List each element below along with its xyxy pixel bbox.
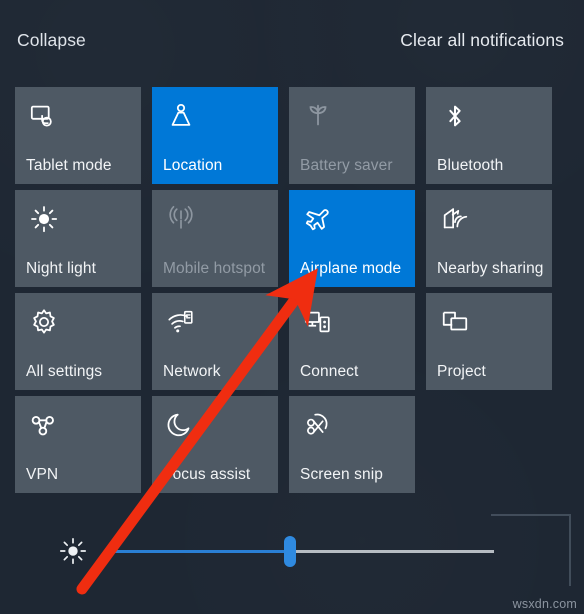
collapse-button[interactable]: Collapse [17,30,86,51]
tile-label: Network [163,363,221,380]
gear-icon [29,307,59,337]
brightness-slider-row [0,520,584,582]
slider-fill [109,549,290,553]
night-light-icon [29,204,59,234]
quick-action-tile-battery-saver[interactable]: Battery saver [289,87,415,184]
tile-label: Tablet mode [26,157,112,174]
focus-assist-icon [166,410,196,440]
brightness-sun-icon [58,536,88,566]
quick-action-tile-screen-snip[interactable]: Screen snip [289,396,415,493]
vpn-icon [29,410,59,440]
tile-label: Bluetooth [437,157,504,174]
tile-label: VPN [26,466,59,483]
tile-label: Battery saver [300,157,393,174]
quick-action-tile-mobile-hotspot[interactable]: Mobile hotspot [152,190,278,287]
mobile-hotspot-icon [166,204,196,234]
screen-snip-icon [303,410,333,440]
quick-action-tile-project[interactable]: Project [426,293,552,390]
network-wifi-icon [166,307,196,337]
quick-action-tile-tablet-mode[interactable]: Tablet mode [15,87,141,184]
quick-action-tile-bluetooth[interactable]: Bluetooth [426,87,552,184]
tile-label: Connect [300,363,359,380]
quick-action-tile-vpn[interactable]: VPN [15,396,141,493]
quick-action-tile-empty-slot [426,396,552,493]
tile-label: Night light [26,260,97,277]
tile-label: Nearby sharing [437,260,544,277]
connect-icon [303,307,333,337]
quick-action-tile-airplane-mode[interactable]: Airplane mode [289,190,415,287]
location-icon [166,101,196,131]
clear-all-notifications-button[interactable]: Clear all notifications [400,30,564,51]
watermark: wsxdn.com [512,597,577,611]
quick-action-tile-location[interactable]: Location [152,87,278,184]
tile-label: Focus assist [163,466,251,483]
slider-thumb[interactable] [283,535,296,567]
tablet-mode-icon [29,101,59,131]
quick-actions-grid: Tablet mode Location Battery saver Bluet… [15,87,570,493]
tile-label: Project [437,363,486,380]
bluetooth-icon [440,101,470,131]
battery-saver-icon [303,101,333,131]
quick-action-tile-connect[interactable]: Connect [289,293,415,390]
brightness-slider[interactable] [109,535,494,567]
tile-label: Mobile hotspot [163,260,266,277]
tile-label: All settings [26,363,103,380]
tile-label: Airplane mode [300,260,402,277]
project-icon [440,307,470,337]
tile-label: Location [163,157,223,174]
quick-action-tile-network[interactable]: Network [152,293,278,390]
quick-action-tile-focus-assist[interactable]: Focus assist [152,396,278,493]
tile-label: Screen snip [300,466,383,483]
airplane-mode-icon [303,204,333,234]
action-center-top-bar: Collapse Clear all notifications [0,0,584,80]
quick-action-tile-all-settings[interactable]: All settings [15,293,141,390]
quick-action-tile-nearby-sharing[interactable]: Nearby sharing [426,190,552,287]
nearby-sharing-icon [440,204,470,234]
quick-action-tile-night-light[interactable]: Night light [15,190,141,287]
